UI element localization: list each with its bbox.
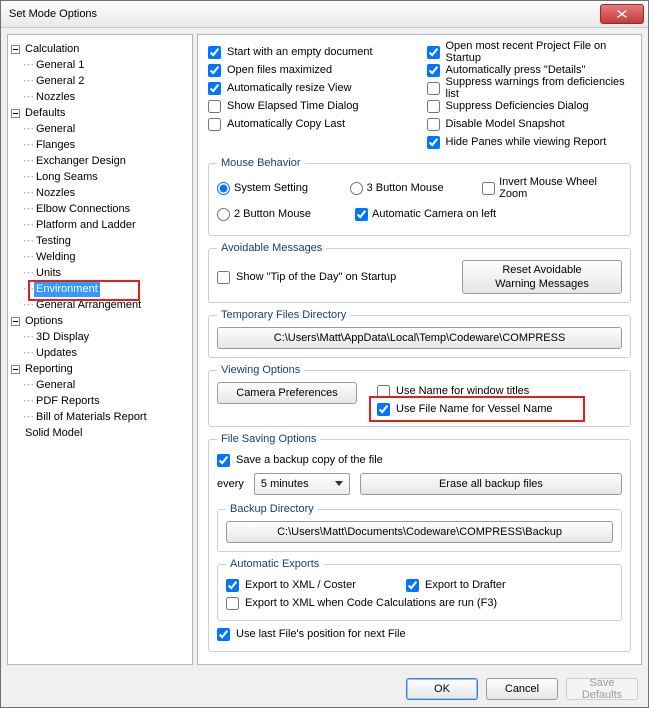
tree-rep-bom[interactable]: ⋯Bill of Materials Report xyxy=(10,409,190,425)
group-backup-dir: Backup Directory C:\Users\Matt\Documents… xyxy=(217,503,622,552)
tree-def-exchanger[interactable]: ⋯Exchanger Design xyxy=(10,153,190,169)
group-file-saving: File Saving Options Save a backup copy o… xyxy=(208,433,631,652)
tree-solidmodel[interactable]: Solid Model xyxy=(10,425,190,441)
tree-def-elbow[interactable]: ⋯Elbow Connections xyxy=(10,201,190,217)
legend-filesave: File Saving Options xyxy=(217,433,320,445)
dialog-footer: OK Cancel Save Defaults xyxy=(1,671,648,707)
tree-def-nozzles[interactable]: ⋯Nozzles xyxy=(10,185,190,201)
chk-use-name-title[interactable]: Use Name for window titles xyxy=(377,382,622,400)
btn-temp-path[interactable]: C:\Users\Matt\AppData\Local\Temp\Codewar… xyxy=(217,327,622,349)
close-button[interactable] xyxy=(600,4,644,24)
group-auto-exports: Automatic Exports Export to XML / Coster… xyxy=(217,558,622,621)
tree-calculation[interactable]: Calculation xyxy=(10,41,190,57)
chk-invert-wheel[interactable]: Invert Mouse Wheel Zoom xyxy=(482,179,622,197)
chk-show-elapsed[interactable]: Show Elapsed Time Dialog xyxy=(208,97,413,115)
tree-rep-pdf[interactable]: ⋯PDF Reports xyxy=(10,393,190,409)
chk-cam-left[interactable]: Automatic Camera on left xyxy=(355,205,496,223)
btn-reset-avoidable[interactable]: Reset Avoidable Warning Messages xyxy=(462,260,622,294)
legend-avoidable: Avoidable Messages xyxy=(217,242,326,254)
dialog-window: Set Mode Options Calculation ⋯General 1 … xyxy=(0,0,649,708)
label-every: every xyxy=(217,478,244,490)
tree-def-longseams[interactable]: ⋯Long Seams xyxy=(10,169,190,185)
chk-drafter[interactable]: Export to Drafter xyxy=(406,576,506,594)
group-viewing: Viewing Options Camera Preferences Use N… xyxy=(208,364,631,427)
chk-last-pos[interactable]: Use last File's position for next File xyxy=(217,625,622,643)
group-avoidable: Avoidable Messages Show "Tip of the Day"… xyxy=(208,242,631,303)
tree-defaults[interactable]: Defaults xyxy=(10,105,190,121)
legend-viewing: Viewing Options xyxy=(217,364,304,376)
window-title: Set Mode Options xyxy=(9,8,600,20)
tree-def-genarr[interactable]: ⋯General Arrangement xyxy=(10,297,190,313)
tree-rep-general[interactable]: ⋯General xyxy=(10,377,190,393)
chk-disable-snap[interactable]: Disable Model Snapshot xyxy=(427,115,632,133)
btn-backup-path[interactable]: C:\Users\Matt\Documents\Codeware\COMPRES… xyxy=(226,521,613,543)
tree-def-flanges[interactable]: ⋯Flanges xyxy=(10,137,190,153)
tree-options[interactable]: Options xyxy=(10,313,190,329)
save-defaults-button[interactable]: Save Defaults xyxy=(566,678,638,700)
tree-calc-general2[interactable]: ⋯General 2 xyxy=(10,73,190,89)
chk-resize-view[interactable]: Automatically resize View xyxy=(208,79,413,97)
tree-def-environment[interactable]: ⋯Environment xyxy=(10,281,190,297)
tree-reporting[interactable]: Reporting xyxy=(10,361,190,377)
group-mouse: Mouse Behavior System Setting 3 Button M… xyxy=(208,157,631,236)
chk-hide-panes[interactable]: Hide Panes while viewing Report xyxy=(427,133,632,151)
chk-start-empty[interactable]: Start with an empty document xyxy=(208,43,413,61)
tree-def-general[interactable]: ⋯General xyxy=(10,121,190,137)
radio-system[interactable]: System Setting xyxy=(217,182,342,195)
tree-def-units[interactable]: ⋯Units xyxy=(10,265,190,281)
nav-tree[interactable]: Calculation ⋯General 1 ⋯General 2 ⋯Nozzl… xyxy=(7,34,193,665)
tree-def-platform[interactable]: ⋯Platform and Ladder xyxy=(10,217,190,233)
tree-opt-updates[interactable]: ⋯Updates xyxy=(10,345,190,361)
legend-mouse: Mouse Behavior xyxy=(217,157,305,169)
btn-erase-backup[interactable]: Erase all backup files xyxy=(360,473,622,495)
titlebar: Set Mode Options xyxy=(1,1,648,28)
chk-xml-coster[interactable]: Export to XML / Coster xyxy=(226,576,396,594)
tree-opt-3d[interactable]: ⋯3D Display xyxy=(10,329,190,345)
tree-calc-general1[interactable]: ⋯General 1 xyxy=(10,57,190,73)
cancel-button[interactable]: Cancel xyxy=(486,678,558,700)
legend-autoexp: Automatic Exports xyxy=(226,558,323,570)
radio-two[interactable]: 2 Button Mouse xyxy=(217,208,347,221)
close-icon xyxy=(617,10,627,18)
tree-def-welding[interactable]: ⋯Welding xyxy=(10,249,190,265)
options-panel: Start with an empty document Open files … xyxy=(197,34,642,665)
chk-save-backup[interactable]: Save a backup copy of the file xyxy=(217,451,622,469)
chk-copy-last[interactable]: Automatically Copy Last xyxy=(208,115,413,133)
btn-camera-prefs[interactable]: Camera Preferences xyxy=(217,382,357,404)
tree-def-testing[interactable]: ⋯Testing xyxy=(10,233,190,249)
group-temp-dir: Temporary Files Directory C:\Users\Matt\… xyxy=(208,309,631,358)
chk-tip-of-day[interactable]: Show "Tip of the Day" on Startup xyxy=(217,268,452,286)
chk-use-file-vessel[interactable]: Use File Name for Vessel Name xyxy=(377,400,622,418)
radio-three[interactable]: 3 Button Mouse xyxy=(350,182,475,195)
chk-suppress-warn[interactable]: Suppress warnings from deficiencies list xyxy=(427,79,632,97)
select-interval[interactable]: 5 minutes xyxy=(254,473,350,495)
chk-xml-f3[interactable]: Export to XML when Code Calculations are… xyxy=(226,594,613,612)
legend-backup: Backup Directory xyxy=(226,503,318,515)
chk-open-max[interactable]: Open files maximized xyxy=(208,61,413,79)
chk-open-recent[interactable]: Open most recent Project File on Startup xyxy=(427,43,632,61)
ok-button[interactable]: OK xyxy=(406,678,478,700)
tree-calc-nozzles[interactable]: ⋯Nozzles xyxy=(10,89,190,105)
legend-temp: Temporary Files Directory xyxy=(217,309,350,321)
